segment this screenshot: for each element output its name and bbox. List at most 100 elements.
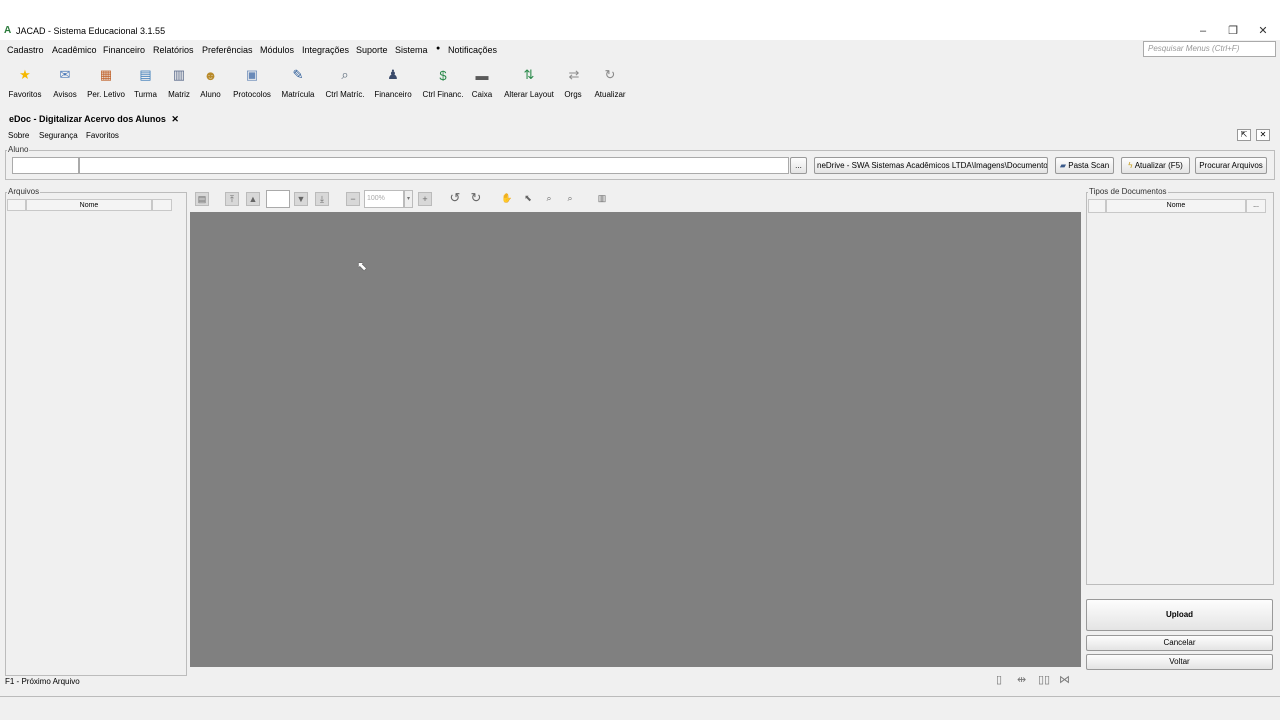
- previous-page-icon[interactable]: ▲: [246, 192, 260, 206]
- toolbar-arrows-button[interactable]: ⇄ Orgs: [563, 62, 583, 99]
- menu-preferencias[interactable]: Preferências: [202, 45, 253, 55]
- arquivos-nome-header[interactable]: Nome: [26, 199, 152, 211]
- single-page-icon[interactable]: ▯: [996, 673, 1002, 686]
- menu-search-input[interactable]: Pesquisar Menus (Ctrl+F): [1143, 41, 1276, 57]
- arquivos-list[interactable]: [7, 212, 185, 674]
- rotate-right-icon[interactable]: ↻: [469, 191, 483, 206]
- aluno-label: Aluno: [7, 145, 30, 154]
- toolbar-label: Alterar Layout: [504, 90, 554, 99]
- folder-path-field[interactable]: neDrive - SWA Sistemas Acadêmicos LTDA\I…: [814, 157, 1048, 174]
- menu-academico[interactable]: Acadêmico: [52, 45, 97, 55]
- first-page-icon[interactable]: ⤒: [225, 192, 239, 206]
- toolbar-cash-register-button[interactable]: ▬ Caixa: [470, 62, 494, 100]
- aluno-code-input[interactable]: [12, 157, 79, 174]
- arquivos-label: Arquivos: [7, 187, 41, 196]
- finance-user-icon: ♟: [387, 67, 399, 82]
- submenu-favoritos[interactable]: Favoritos: [86, 131, 119, 140]
- toolbar-finance-user-button[interactable]: ♟ Financeiro: [373, 62, 413, 99]
- zoom-area-icon[interactable]: ⌕: [563, 192, 577, 206]
- notification-dot-icon: ●: [436, 45, 441, 52]
- continuous-icon[interactable]: ⋈: [1059, 673, 1070, 686]
- voltar-button[interactable]: Voltar: [1086, 654, 1273, 670]
- minimize-button[interactable]: –: [1190, 22, 1216, 40]
- menu-relatorios[interactable]: Relatórios: [153, 45, 194, 55]
- submenu-sobre[interactable]: Sobre: [8, 131, 29, 140]
- page-number-input[interactable]: [266, 190, 290, 208]
- menu-sistema[interactable]: Sistema: [395, 45, 428, 55]
- select-tool-icon[interactable]: ⬉: [521, 192, 535, 206]
- app-logo-icon: A: [4, 25, 12, 36]
- document-viewer[interactable]: [190, 212, 1081, 667]
- next-page-icon[interactable]: ▼: [294, 192, 308, 206]
- procurar-arquivos-button[interactable]: Procurar Arquivos: [1195, 157, 1267, 174]
- toolbar-protocol-button[interactable]: ▣ Protocolos: [232, 62, 272, 99]
- hand-tool-icon[interactable]: ✋: [500, 192, 514, 206]
- star-icon: ★: [19, 67, 31, 82]
- atualizar-button[interactable]: ϟ Atualizar (F5): [1121, 157, 1190, 174]
- status-hint: F1 - Próximo Arquivo: [5, 677, 80, 686]
- calendar-icon: ▦: [99, 67, 113, 82]
- menu-modulos[interactable]: Módulos: [260, 45, 294, 55]
- last-page-icon[interactable]: ⤓: [315, 192, 329, 206]
- toolbar-student-button[interactable]: ☻ Aluno: [199, 62, 222, 100]
- window-title: JACAD - Sistema Educacional 3.1.55: [16, 26, 166, 36]
- toolbar-enrollment-button[interactable]: ✎ Matrícula: [280, 62, 316, 99]
- toolbar-document-button[interactable]: ▥ Matriz: [167, 62, 191, 99]
- zoom-in-icon[interactable]: +: [418, 192, 432, 206]
- toolbar-label: Ctrl Financ.: [422, 90, 464, 99]
- tipos-list[interactable]: [1088, 214, 1272, 584]
- toolbar-envelope-button[interactable]: ✉ Avisos: [52, 62, 78, 99]
- title-bar: A JACAD - Sistema Educacional 3.1.55 – ❐…: [0, 0, 1280, 40]
- zoom-out-icon[interactable]: −: [346, 192, 360, 206]
- detach-tab-icon[interactable]: ⇱: [1237, 129, 1251, 141]
- close-tab-icon[interactable]: ✕: [171, 114, 179, 124]
- aluno-name-input[interactable]: [79, 157, 789, 174]
- tipos-nome-header[interactable]: Nome: [1106, 199, 1246, 213]
- toolbar-enrollment-control-button[interactable]: ⌕ Ctrl Matríc.: [324, 62, 366, 99]
- close-window-button[interactable]: ✕: [1250, 22, 1276, 40]
- toolbar-refresh-button[interactable]: ↻ Atualizar: [594, 62, 626, 99]
- menu-integracoes[interactable]: Integrações: [302, 45, 349, 55]
- arquivos-select-col[interactable]: [7, 199, 26, 211]
- menu-financeiro[interactable]: Financeiro: [103, 45, 145, 55]
- money-icon: $: [439, 67, 447, 83]
- toolbar-label: Favoritos: [8, 90, 42, 99]
- zoom-select[interactable]: 100%: [364, 190, 404, 208]
- swap-layout-icon: ⇅: [523, 67, 535, 82]
- fit-width-icon[interactable]: ⇹: [1017, 673, 1026, 686]
- tipos-select-col[interactable]: [1088, 199, 1106, 213]
- menu-cadastro[interactable]: Cadastro: [7, 45, 44, 55]
- aluno-browse-button[interactable]: ...: [790, 157, 807, 174]
- upload-button[interactable]: Upload: [1086, 599, 1273, 631]
- toolbar-label: Turma: [134, 90, 157, 99]
- tab-edoc[interactable]: eDoc - Digitalizar Acervo dos Alunos ✕: [9, 114, 179, 125]
- pasta-scan-button[interactable]: ▰ Pasta Scan: [1055, 157, 1114, 174]
- toolbar-calendar-button[interactable]: ▦ Per. Letivo: [86, 62, 126, 99]
- tipos-label: Tipos de Documentos: [1088, 187, 1168, 196]
- zoom-tool-icon[interactable]: ⌕: [542, 192, 556, 206]
- toolbar-money-button[interactable]: $ Ctrl Financ.: [422, 62, 464, 100]
- close-panel-icon[interactable]: ✕: [1256, 129, 1270, 141]
- submenu-seguranca[interactable]: Segurança: [39, 131, 78, 140]
- rotate-left-icon[interactable]: ↺: [448, 191, 462, 206]
- menu-notificacoes[interactable]: Notificações: [448, 45, 497, 55]
- page-view-icon[interactable]: ▤: [195, 192, 209, 206]
- menu-suporte[interactable]: Suporte: [356, 45, 388, 55]
- lightning-icon: ϟ: [1128, 161, 1133, 170]
- document-icon: ▥: [172, 67, 186, 82]
- toolbar-label: Ctrl Matríc.: [325, 90, 365, 99]
- enrollment-control-icon: ⌕: [341, 67, 349, 82]
- toolbar-swap-layout-button[interactable]: ⇅ Alterar Layout: [503, 62, 555, 99]
- zoom-dropdown-icon[interactable]: ▾: [404, 190, 413, 208]
- toolbar-class-button[interactable]: ▤ Turma: [133, 62, 158, 99]
- toolbar-label: Orgs: [564, 90, 582, 99]
- toolbar-label: Aluno: [200, 90, 221, 99]
- toolbar-star-button[interactable]: ★ Favoritos: [8, 62, 42, 99]
- arquivos-extra-col[interactable]: [152, 199, 172, 211]
- two-pages-icon[interactable]: ▯▯: [1038, 673, 1050, 686]
- restore-button[interactable]: ❐: [1220, 22, 1246, 40]
- cancelar-button[interactable]: Cancelar: [1086, 635, 1273, 651]
- print-icon[interactable]: ▥: [595, 192, 609, 206]
- toolbar-label: Matrícula: [281, 90, 315, 99]
- tipos-more-header[interactable]: ...: [1246, 199, 1266, 213]
